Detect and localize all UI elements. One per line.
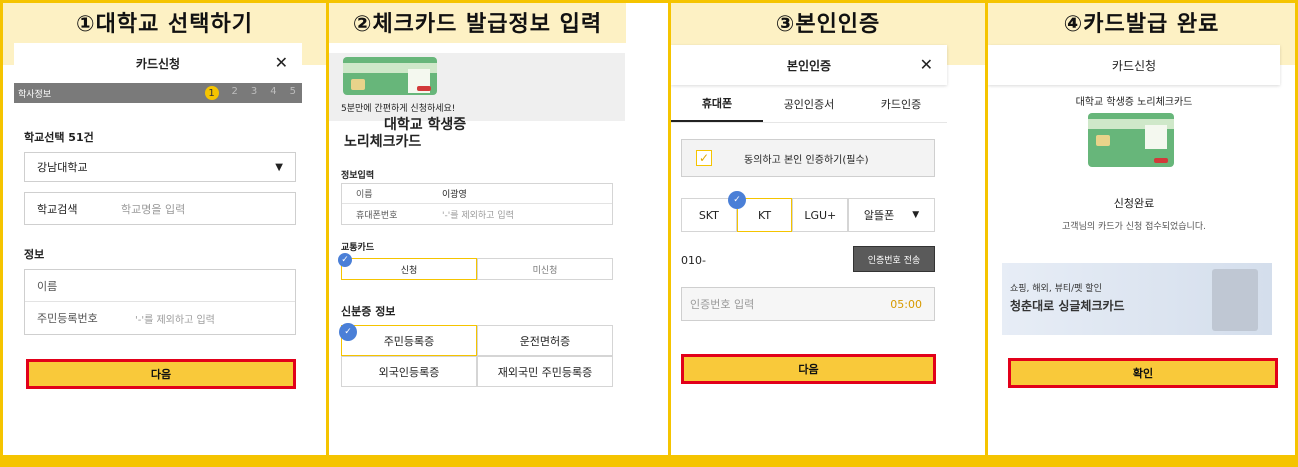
step-1-panel: ①대학교 선택하기 카드신청 ✕ 학사정보 1 2 3 4 5 학교선택 51건… — [3, 3, 326, 455]
school-select-value: 강남대학교 — [37, 161, 88, 174]
phone-screen: 카드신청 대학교 학생증 노리체크카드 신청완료 고객님의 카드가 신청 접수되… — [988, 45, 1280, 455]
transit-options: 신청 미신청 — [341, 258, 613, 280]
done-desc: 고객님의 카드가 신청 접수되었습니다. — [1062, 222, 1206, 232]
code-input[interactable]: 인증번호 입력 05:00 — [681, 287, 935, 321]
info-table: 이름 이광영 휴대폰번호 '-'를 제외하고 입력 — [341, 183, 613, 225]
id-field[interactable]: 주민등록번호 '-'를 제외하고 입력 — [25, 302, 295, 334]
name-row[interactable]: 이름 이광영 — [342, 184, 612, 204]
school-search-label: 학교검색 — [37, 202, 78, 216]
step-3-panel: ③본인인증 본인인증 ✕ 휴대폰 공인인증서 카드인증 ✓ 동의하고 본인 인증… — [671, 3, 985, 455]
id-option-resident[interactable]: 주민등록증 — [341, 325, 477, 356]
app-screen: 5분만에 간편하게 신청하세요! 대학교 학생증 노리체크카드 정보입력 이름 … — [329, 43, 668, 455]
close-icon[interactable]: ✕ — [920, 55, 933, 74]
phone-placeholder: '-'를 제외하고 입력 — [442, 210, 514, 221]
info-input-label: 정보입력 — [341, 171, 375, 181]
name-field[interactable]: 이름 — [25, 270, 295, 302]
tab-certificate[interactable]: 공인인증서 — [763, 85, 855, 122]
promo-big: 청춘대로 싱글체크카드 — [1010, 299, 1125, 313]
bottom-bar — [0, 455, 1298, 467]
id-options: 주민등록증 운전면허증 외국인등록증 재외국민 주민등록증 — [341, 325, 613, 387]
send-code-button[interactable]: 인증번호 전송 — [853, 246, 935, 272]
product-title-line1: 대학교 학생증 — [384, 117, 467, 133]
product-title: 대학교 학생증 노리체크카드 — [344, 117, 466, 151]
step-4-panel: ④카드발급 완료 카드신청 대학교 학생증 노리체크카드 신청완료 고객님의 카… — [988, 3, 1295, 455]
banner-text: 5분만에 간편하게 신청하세요! — [341, 104, 456, 114]
id-options-row: 주민등록증 운전면허증 — [341, 325, 613, 356]
info-label: 정보 — [24, 248, 45, 261]
id-options-row: 외국인등록증 재외국민 주민등록증 — [341, 356, 613, 387]
carrier-lgu[interactable]: LGU+ — [792, 198, 849, 232]
id-option-foreigner[interactable]: 외국인등록증 — [341, 356, 477, 387]
phone-prefix: 010- — [681, 254, 706, 267]
step-number-active: 1 — [204, 86, 219, 100]
next-button[interactable]: 다음 — [26, 359, 296, 389]
card-image — [1088, 113, 1174, 167]
carrier-options: SKT KT LGU+ 알뜰폰 ▼ — [681, 198, 935, 232]
code-placeholder: 인증번호 입력 — [690, 298, 755, 311]
tab-card[interactable]: 카드인증 — [855, 85, 947, 122]
phone-screen: 본인인증 ✕ 휴대폰 공인인증서 카드인증 ✓ 동의하고 본인 인증하기(필수)… — [671, 45, 947, 455]
screen-header: 본인인증 ✕ — [671, 45, 947, 85]
step-number: 4 — [270, 86, 277, 97]
id-option-license[interactable]: 운전면허증 — [477, 325, 613, 356]
check-icon: ✓ — [728, 191, 746, 209]
timer: 05:00 — [890, 297, 922, 311]
check-icon: ✓ — [339, 323, 357, 341]
screen-title: 카드신청 — [1111, 58, 1157, 73]
phone-row[interactable]: 휴대폰번호 '-'를 제외하고 입력 — [342, 204, 612, 224]
screen-title: 카드신청 — [135, 56, 181, 71]
id-placeholder: '-'를 제외하고 입력 — [135, 314, 215, 326]
promo-card-image — [1212, 269, 1258, 331]
step-2-panel: ②체크카드 발급정보 입력 5분만에 간편하게 신청하세요! 대학교 학생증 노… — [329, 3, 668, 455]
id-label: 주민등록번호 — [37, 312, 98, 325]
personal-info-group: 이름 주민등록번호 '-'를 제외하고 입력 — [24, 269, 296, 335]
tab-phone[interactable]: 휴대폰 — [671, 85, 763, 122]
promo-small: 쇼핑, 해외, 뷰티/펫 할인 — [1010, 284, 1102, 294]
name-label: 이름 — [356, 190, 373, 200]
school-search-field[interactable]: 학교검색 학교명을 입력 — [24, 192, 296, 225]
auth-tabs: 휴대폰 공인인증서 카드인증 — [671, 85, 947, 123]
screen-header: 카드신청 — [988, 45, 1280, 85]
step-number: 3 — [250, 86, 258, 97]
screen-title: 본인인증 — [786, 58, 832, 73]
step-number: 2 — [231, 86, 238, 97]
close-icon[interactable]: ✕ — [275, 53, 288, 72]
school-count-label: 학교선택 51건 — [24, 131, 94, 144]
section-bar-label: 학사정보 — [18, 89, 52, 100]
id-info-label: 신분증 정보 — [341, 305, 396, 318]
step-indicator: 1 2 3 4 5 — [204, 86, 296, 100]
card-name: 대학교 학생증 노리체크카드 — [1075, 97, 1193, 108]
next-button[interactable]: 다음 — [681, 354, 936, 384]
carrier-mvno[interactable]: 알뜰폰 ▼ — [848, 198, 935, 232]
school-search-placeholder: 학교명을 입력 — [121, 202, 186, 216]
name-label: 이름 — [37, 279, 58, 293]
chevron-down-icon: ▼ — [275, 161, 283, 173]
id-option-overseas[interactable]: 재외국민 주민등록증 — [477, 356, 613, 387]
promo-banner[interactable]: 쇼핑, 해외, 뷰티/펫 할인 청춘대로 싱글체크카드 — [1002, 263, 1272, 335]
carrier-mvno-label: 알뜰폰 — [863, 209, 895, 222]
agree-label: 동의하고 본인 인증하기(필수) — [744, 154, 869, 166]
school-select[interactable]: 강남대학교 ▼ — [24, 152, 296, 182]
screen-header: 카드신청 ✕ — [14, 43, 302, 83]
transit-label: 교통카드 — [341, 243, 375, 253]
transit-apply-option[interactable]: 신청 — [341, 258, 477, 280]
name-value: 이광영 — [442, 190, 467, 200]
check-icon: ✓ — [696, 150, 712, 166]
transit-decline-option[interactable]: 미신청 — [477, 258, 613, 280]
confirm-button[interactable]: 확인 — [1008, 358, 1278, 388]
section-bar: 학사정보 1 2 3 4 5 — [14, 83, 302, 103]
banner: 5분만에 간편하게 신청하세요! — [329, 53, 625, 121]
chevron-down-icon: ▼ — [912, 210, 920, 220]
check-icon: ✓ — [338, 253, 352, 267]
done-title: 신청완료 — [1113, 197, 1155, 210]
phone-screen: 카드신청 ✕ 학사정보 1 2 3 4 5 학교선택 51건 강남대학교 ▼ 학… — [14, 43, 302, 455]
step-number: 5 — [289, 86, 296, 97]
product-title-line2: 노리체크카드 — [344, 134, 422, 150]
agree-checkbox-row[interactable]: ✓ 동의하고 본인 인증하기(필수) — [681, 139, 935, 177]
phone-label: 휴대폰번호 — [356, 210, 398, 221]
card-image — [343, 57, 437, 95]
